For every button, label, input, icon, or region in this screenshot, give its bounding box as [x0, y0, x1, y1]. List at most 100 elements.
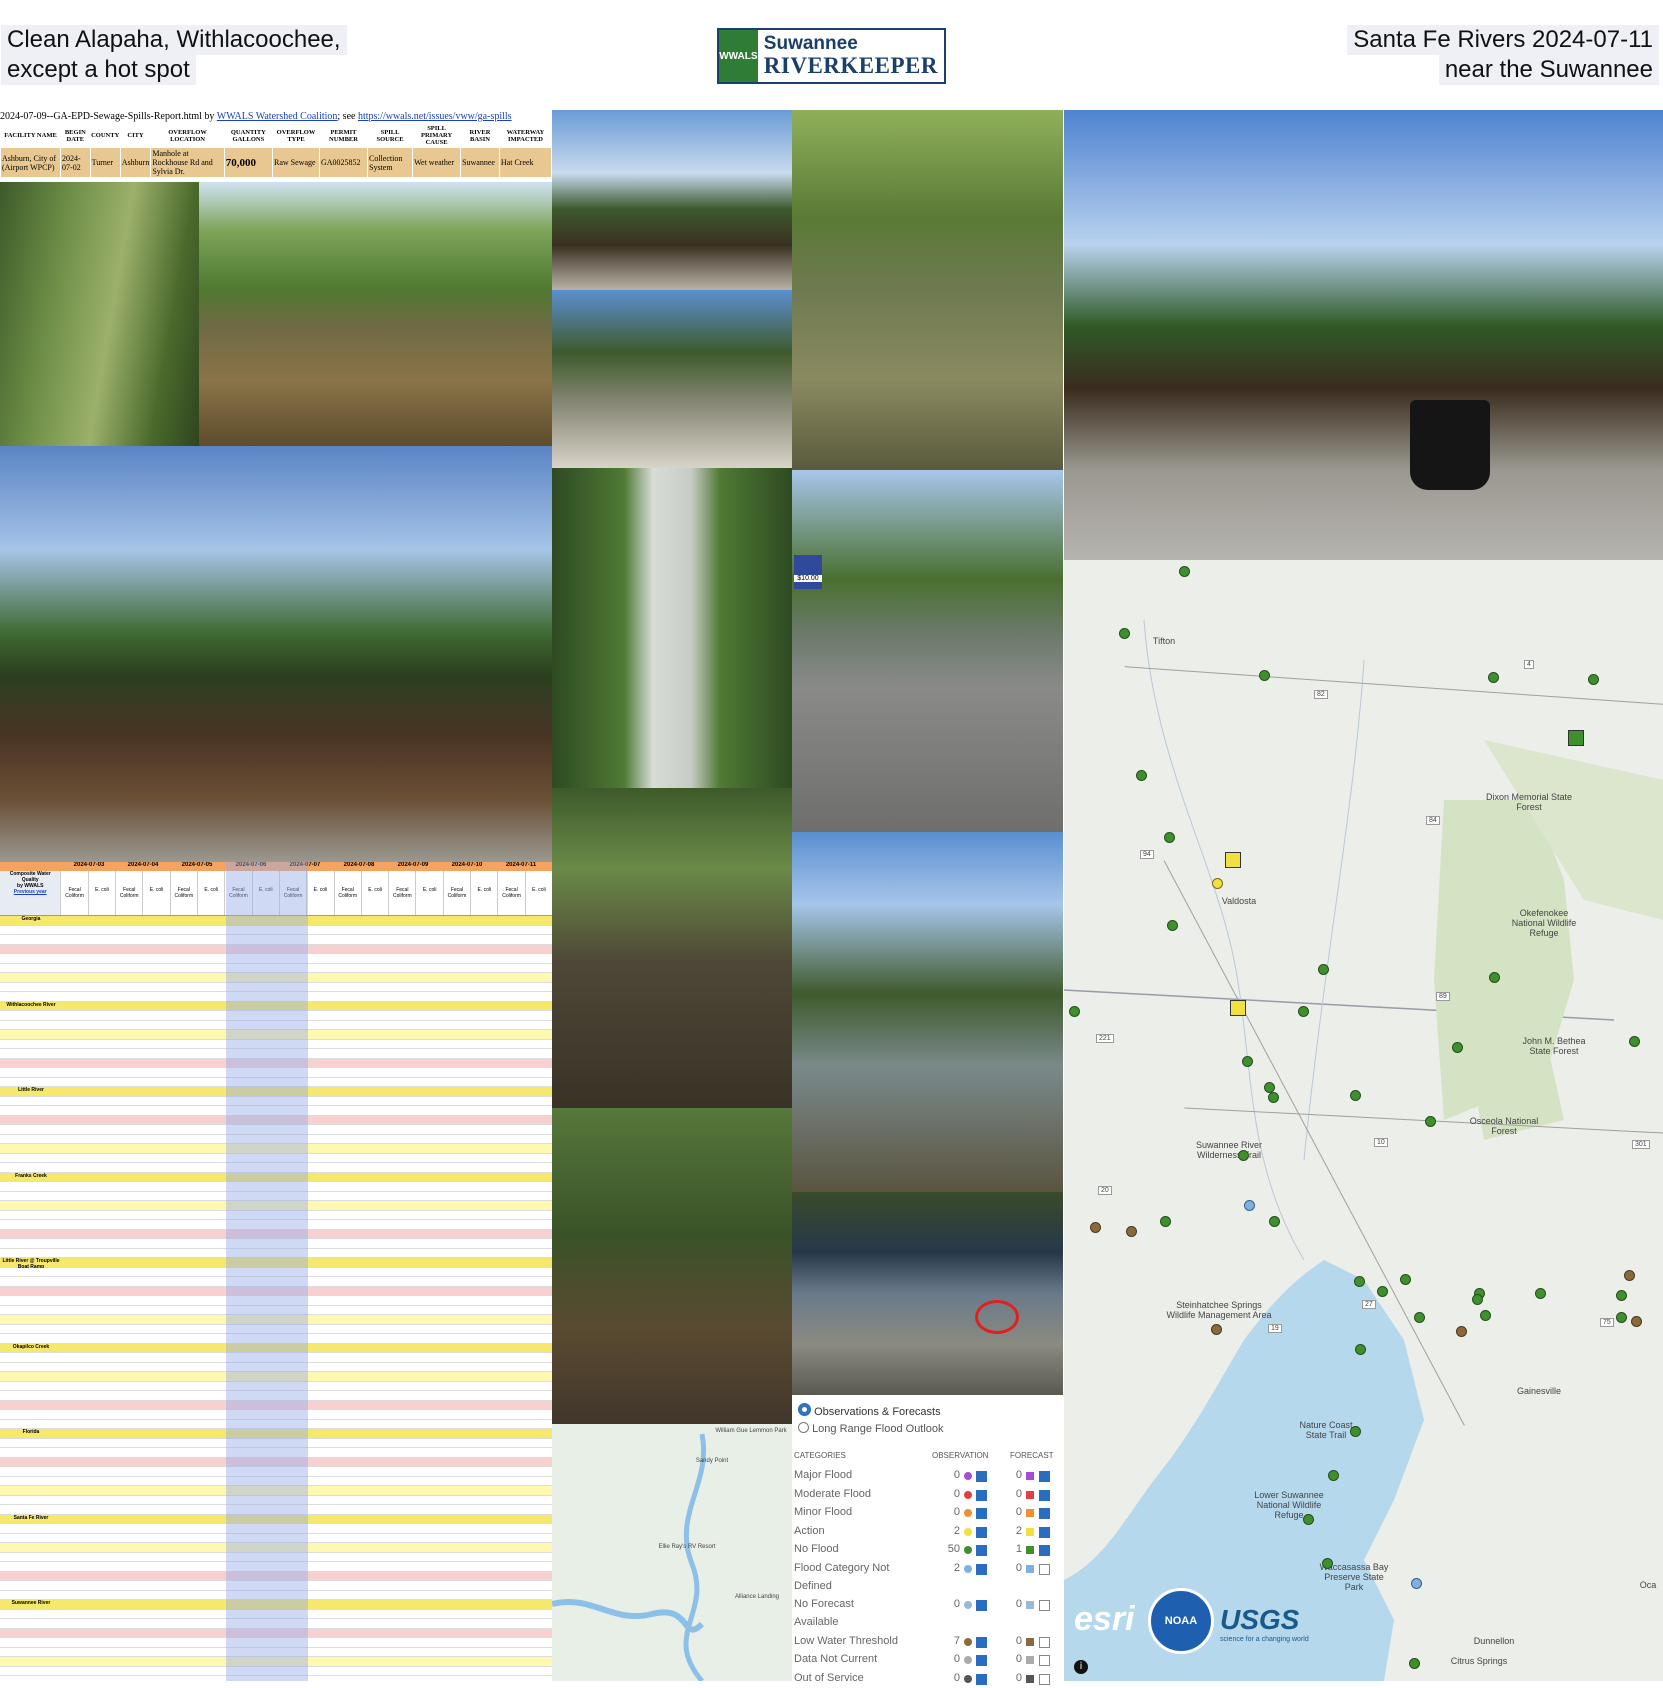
ga-spills-link[interactable]: https://wwals.net/issues/vww/ga-spills [358, 111, 512, 122]
option-observations[interactable]: Observations & Forecasts [798, 1403, 941, 1418]
flood-map[interactable]: Tifton Valdosta Dixon Memorial State Fores… [1064, 560, 1663, 1681]
wq-row: Withlacoochee River [0, 1001, 552, 1011]
gauge-point-no-flood[interactable] [1350, 1090, 1361, 1101]
gauge-point-no-flood[interactable] [1136, 770, 1147, 781]
gauge-point-low-water[interactable] [1624, 1270, 1635, 1281]
gauge-point-no-flood[interactable] [1414, 1312, 1425, 1323]
gauge-point-no-flood[interactable] [1400, 1274, 1411, 1285]
gauge-point-no-flood[interactable] [1298, 1006, 1309, 1017]
gauge-point-no-flood[interactable] [1238, 1150, 1249, 1161]
gauge-point-no-flood[interactable] [1629, 1036, 1640, 1047]
wq-previous-year-link[interactable]: Previous year [0, 889, 60, 895]
gauge-point-no-flood[interactable] [1354, 1276, 1365, 1287]
legend-obs-checkbox[interactable] [976, 1471, 987, 1482]
gauge-point-not-defined[interactable] [1244, 1200, 1255, 1211]
gauge-point-low-water[interactable] [1090, 1222, 1101, 1233]
gauge-point-not-defined[interactable] [1411, 1578, 1422, 1589]
gauge-point-low-water[interactable] [1211, 1324, 1222, 1335]
wq-date-8: 2024-07-11 [505, 862, 537, 868]
gauge-point-no-flood[interactable] [1119, 628, 1130, 639]
gauge-point-no-flood[interactable] [1452, 1042, 1463, 1053]
spill-cell-7: GA0025852 [319, 147, 368, 178]
gauge-point-no-flood[interactable] [1322, 1558, 1333, 1569]
gauge-point-no-flood[interactable] [1269, 1216, 1280, 1227]
small-map: William Gue Lemmon Park Sandy Point Elli… [552, 1424, 792, 1681]
gauge-point-no-flood[interactable] [1167, 920, 1178, 931]
legend-fc-checkbox[interactable] [1039, 1508, 1050, 1519]
gauge-point-no-flood[interactable] [1160, 1216, 1171, 1227]
wq-row: Georgia [0, 916, 552, 926]
gauge-point-no-flood[interactable] [1425, 1116, 1436, 1127]
legend-obs-checkbox[interactable] [976, 1636, 987, 1648]
wq-row [0, 1438, 552, 1448]
wq-row [0, 1609, 552, 1619]
gauge-point-no-flood[interactable] [1480, 1310, 1491, 1321]
legend-fc-checkbox[interactable] [1039, 1655, 1050, 1666]
gauge-point-low-water[interactable] [1631, 1316, 1642, 1327]
gauge-point-no-flood[interactable] [1350, 1426, 1361, 1437]
wq-row [0, 1315, 552, 1325]
gauge-point-no-flood[interactable] [1069, 1006, 1080, 1017]
title-left-line2: except a hot spot [1, 55, 196, 85]
forecast-point-square[interactable] [1568, 730, 1584, 746]
option-long-range[interactable]: Long Range Flood Outlook [798, 1422, 944, 1435]
radio-icon[interactable] [798, 1422, 809, 1433]
road-shield-9: 19 [1268, 1324, 1282, 1333]
gauge-point-no-flood[interactable] [1164, 832, 1175, 843]
legend-fc-checkbox[interactable] [1039, 1489, 1050, 1501]
gauge-point-no-flood[interactable] [1328, 1470, 1339, 1481]
gauge-point-no-flood[interactable] [1179, 566, 1190, 577]
legend-fc-checkbox[interactable] [1039, 1600, 1050, 1611]
legend-obs-checkbox[interactable] [976, 1489, 987, 1501]
legend-obs-checkbox[interactable] [976, 1600, 987, 1611]
wq-row: Little River @ Troupville Boat Ramp [0, 1258, 552, 1270]
gauge-point-low-water[interactable] [1126, 1226, 1137, 1237]
gauge-point-no-flood[interactable] [1355, 1344, 1366, 1355]
wq-row [0, 1210, 552, 1220]
gauge-point-no-flood[interactable] [1268, 1092, 1279, 1103]
legend-square-icon [1026, 1527, 1034, 1536]
legend-category: Data Not Current [794, 1653, 878, 1665]
forecast-point-square[interactable] [1225, 852, 1241, 868]
legend-dot-icon [964, 1656, 972, 1664]
col-observation: OBSERVATION [932, 1451, 989, 1460]
gauge-point-no-flood[interactable] [1488, 672, 1499, 683]
gauge-point-no-flood[interactable] [1489, 972, 1500, 983]
legend-fc-checkbox[interactable] [1039, 1471, 1050, 1482]
radio-selected-icon[interactable] [798, 1403, 811, 1416]
legend-obs-checkbox[interactable] [976, 1545, 987, 1556]
legend-fc-checkbox[interactable] [1039, 1673, 1050, 1685]
wq-row [0, 1419, 552, 1429]
gauge-point-no-flood[interactable] [1472, 1294, 1483, 1305]
wq-date-5: 2024-07-08 [343, 862, 375, 868]
gauge-point-no-flood[interactable] [1377, 1286, 1388, 1297]
gauge-point-no-flood[interactable] [1616, 1312, 1627, 1323]
gauge-point-no-flood[interactable] [1242, 1056, 1253, 1067]
wq-row [0, 1457, 552, 1467]
gauge-point-no-flood[interactable] [1616, 1290, 1627, 1301]
hot-spot-circle [975, 1300, 1019, 1334]
wq-row [0, 1619, 552, 1629]
gauge-point-low-water[interactable] [1456, 1326, 1467, 1337]
gauge-point-no-flood[interactable] [1535, 1288, 1546, 1299]
forecast-point-square[interactable] [1230, 1000, 1246, 1016]
wq-row [0, 1533, 552, 1543]
legend-obs-checkbox[interactable] [976, 1673, 987, 1685]
legend-obs-checkbox[interactable] [976, 1526, 987, 1538]
legend-obs-checkbox[interactable] [976, 1563, 987, 1575]
gauge-point-no-flood[interactable] [1318, 964, 1329, 975]
legend-fc-checkbox[interactable] [1039, 1636, 1050, 1648]
gauge-point-no-flood[interactable] [1259, 670, 1270, 681]
legend-obs-count: 0 [953, 1487, 960, 1500]
gauge-point-action[interactable] [1212, 878, 1223, 889]
gauge-point-no-flood[interactable] [1588, 674, 1599, 685]
gauge-point-no-flood[interactable] [1409, 1658, 1420, 1669]
legend-fc-checkbox[interactable] [1039, 1526, 1050, 1538]
legend-fc-checkbox[interactable] [1039, 1563, 1050, 1575]
gauge-point-no-flood[interactable] [1303, 1514, 1314, 1525]
legend-fc-checkbox[interactable] [1039, 1545, 1050, 1556]
info-icon[interactable]: i [1074, 1660, 1088, 1674]
legend-obs-checkbox[interactable] [976, 1655, 987, 1666]
wwals-link[interactable]: WWALS Watershed Coalition [217, 111, 338, 122]
legend-obs-checkbox[interactable] [976, 1508, 987, 1519]
